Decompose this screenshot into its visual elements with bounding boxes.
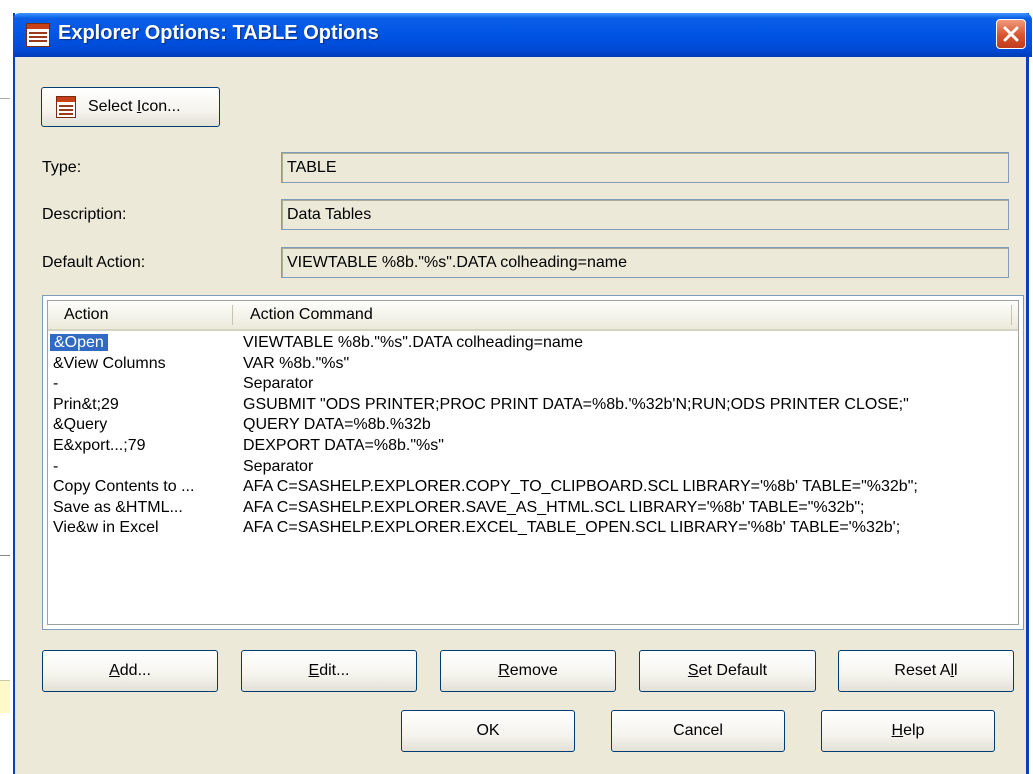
action-cell: &Query: [53, 416, 108, 434]
list-item[interactable]: - Separator: [48, 456, 1018, 478]
action-command-cell: AFA C=SASHELP.EXPLORER.COPY_TO_CLIPBOARD…: [243, 478, 918, 496]
select-icon-label: Select Icon...: [88, 98, 181, 115]
action-cell: Copy Contents to ...: [53, 478, 195, 496]
action-cell: Prin&t;29: [53, 395, 119, 413]
list-item[interactable]: &Open VIEWTABLE %8b."%s".DATA colheading=…: [48, 332, 1018, 354]
default-action-field: VIEWTABLE %8b."%s".DATA colheading=name: [281, 247, 1009, 278]
action-command-cell: AFA C=SASHELP.EXPLORER.SAVE_AS_HTML.SCL …: [243, 498, 865, 516]
type-field: TABLE: [281, 152, 1009, 183]
action-command-cell: VIEWTABLE %8b."%s".DATA colheading=name: [243, 334, 583, 351]
close-icon: [1003, 26, 1019, 42]
reset-all-button[interactable]: Reset All: [838, 650, 1014, 692]
column-header-action-command[interactable]: Action Command: [240, 301, 373, 329]
list-item[interactable]: E&xport...;79 DEXPORT DATA=%8b."%s": [48, 435, 1018, 457]
action-command-cell: VAR %8b."%s": [243, 354, 350, 372]
list-item[interactable]: - Separator: [48, 373, 1018, 395]
help-button[interactable]: Help: [821, 710, 995, 752]
list-item[interactable]: Save as &HTML... AFA C=SASHELP.EXPLORER.S…: [48, 497, 1018, 519]
list-item[interactable]: Copy Contents to ... AFA C=SASHELP.EXPLOR…: [48, 476, 1018, 498]
column-header-action[interactable]: Action: [54, 301, 108, 329]
list-item[interactable]: Vie&w in Excel AFA C=SASHELP.EXPLORER.EXC…: [48, 517, 1018, 539]
window-title: Explorer Options: TABLE Options: [58, 22, 379, 44]
remove-button[interactable]: Remove: [440, 650, 616, 692]
table-icon: [26, 23, 50, 47]
action-cell: -: [53, 457, 59, 475]
action-cell: -: [53, 375, 59, 393]
action-cell: Save as &HTML...: [53, 498, 183, 516]
action-command-cell: GSUBMIT "ODS PRINTER;PROC PRINT DATA=%8b…: [243, 395, 909, 413]
add-button[interactable]: Add...: [42, 650, 218, 692]
ok-button[interactable]: OK: [401, 710, 575, 752]
title-bar[interactable]: Explorer Options: TABLE Options: [13, 13, 1032, 57]
background-window-edge: [0, 0, 13, 774]
action-cell: &View Columns: [53, 354, 166, 372]
background-line: [0, 98, 10, 99]
list-header: Action Action Command: [48, 301, 1018, 331]
table-icon: [56, 96, 76, 118]
type-label: Type:: [42, 159, 82, 176]
list-item[interactable]: Prin&t;29 GSUBMIT "ODS PRINTER;PROC PRINT…: [48, 394, 1018, 416]
close-button[interactable]: [996, 19, 1026, 49]
actions-list[interactable]: Action Action Command &Open VIEWTABLE %8b…: [42, 295, 1024, 630]
action-command-cell: DEXPORT DATA=%8b."%s": [243, 437, 444, 454]
set-default-button[interactable]: Set Default: [639, 650, 816, 692]
column-divider[interactable]: [1011, 305, 1012, 325]
explorer-options-dialog: Explorer Options: TABLE Options Select I…: [13, 13, 1032, 774]
edit-button[interactable]: Edit...: [241, 650, 417, 692]
description-label: Description:: [42, 206, 127, 223]
cancel-button[interactable]: Cancel: [611, 710, 785, 752]
description-field: Data Tables: [281, 199, 1009, 230]
action-cell: E&xport...;79: [53, 437, 146, 454]
action-cell: Vie&w in Excel: [53, 519, 159, 537]
column-divider[interactable]: [232, 305, 233, 325]
list-item[interactable]: &View Columns VAR %8b."%s": [48, 353, 1018, 375]
background-tooltip-strip: [0, 680, 10, 713]
action-command-cell: Separator: [243, 457, 314, 475]
action-cell: &Open: [50, 332, 108, 354]
action-command-cell: AFA C=SASHELP.EXPLORER.EXCEL_TABLE_OPEN.…: [243, 519, 901, 537]
background-line: [0, 555, 10, 556]
default-action-label: Default Action:: [42, 254, 146, 271]
action-command-cell: QUERY DATA=%8b.%32b: [243, 416, 431, 434]
select-icon-button[interactable]: Select Icon...: [41, 87, 220, 127]
list-item[interactable]: &Query QUERY DATA=%8b.%32b: [48, 414, 1018, 436]
action-command-cell: Separator: [243, 375, 314, 393]
